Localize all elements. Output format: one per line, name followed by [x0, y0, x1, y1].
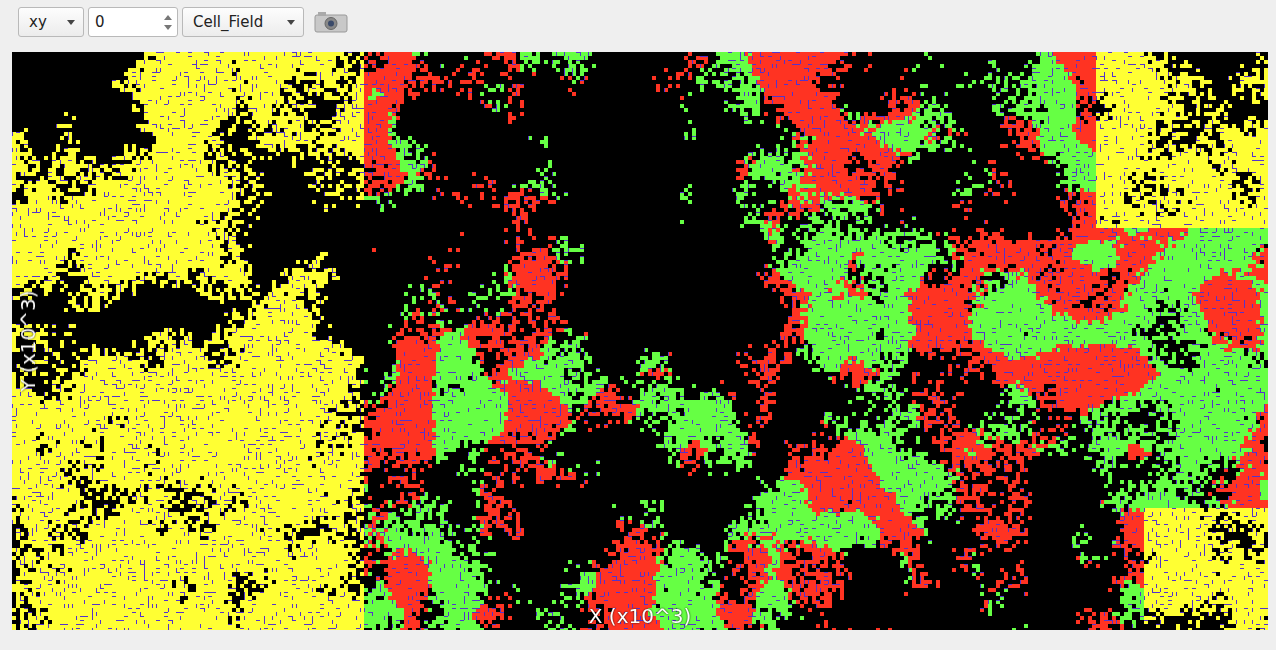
dropdown-arrow-icon [287, 20, 295, 25]
slice-spinbox[interactable]: 0 [88, 7, 178, 37]
plane-dropdown[interactable]: xy [18, 7, 84, 37]
dropdown-arrow-icon [67, 20, 75, 25]
x-axis-label: X (x10^3) [589, 604, 691, 628]
y-axis-label: Y (x10^3) [16, 291, 40, 392]
camera-icon [314, 11, 348, 33]
toolbar: xy0Cell_Field [12, 6, 1268, 38]
screenshot-button[interactable] [314, 11, 348, 33]
field-dropdown[interactable]: Cell_Field [182, 7, 304, 37]
graphics-view: X (x10^3) Y (x10^3) [12, 52, 1268, 630]
cell-field-canvas[interactable] [12, 52, 1268, 630]
field-viewer: xy0Cell_Field X (x10^3) Y (x10^3) [0, 0, 1276, 650]
spin-arrows-icon[interactable] [164, 15, 177, 30]
